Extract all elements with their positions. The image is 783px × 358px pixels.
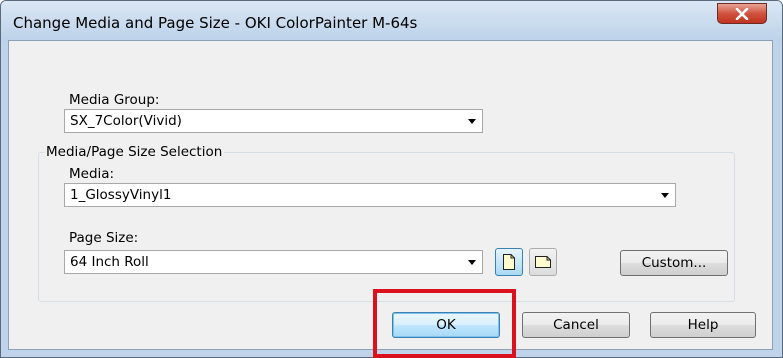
chevron-down-icon (468, 260, 476, 265)
page-size-label: Page Size: (69, 230, 139, 246)
media-label: Media: (69, 166, 115, 182)
media-page-size-groupbox (38, 152, 735, 302)
media-page-size-group-label: Media/Page Size Selection (44, 144, 225, 160)
window-title: Change Media and Page Size - OKI ColorPa… (13, 14, 418, 32)
media-group-select[interactable]: SX_7Color(Vivid) (64, 109, 483, 133)
help-button[interactable]: Help (650, 312, 756, 338)
close-button[interactable] (717, 3, 767, 24)
landscape-orientation-button[interactable] (529, 248, 557, 276)
cancel-button[interactable]: Cancel (522, 312, 630, 338)
chevron-down-icon (661, 193, 669, 198)
page-size-value: 64 Inch Roll (70, 254, 149, 270)
custom-button[interactable]: Custom... (620, 250, 728, 276)
title-bar[interactable]: Change Media and Page Size - OKI ColorPa… (1, 1, 782, 41)
portrait-icon (503, 254, 515, 270)
media-group-value: SX_7Color(Vivid) (70, 113, 182, 129)
media-select[interactable]: 1_GlossyVinyl1 (64, 183, 676, 207)
landscape-icon (535, 256, 551, 268)
media-group-label: Media Group: (69, 92, 160, 108)
media-value: 1_GlossyVinyl1 (70, 187, 172, 203)
page-size-select[interactable]: 64 Inch Roll (64, 250, 483, 274)
close-icon (735, 8, 749, 20)
chevron-down-icon (468, 119, 476, 124)
portrait-orientation-button[interactable] (495, 248, 523, 276)
ok-button[interactable]: OK (392, 312, 500, 338)
